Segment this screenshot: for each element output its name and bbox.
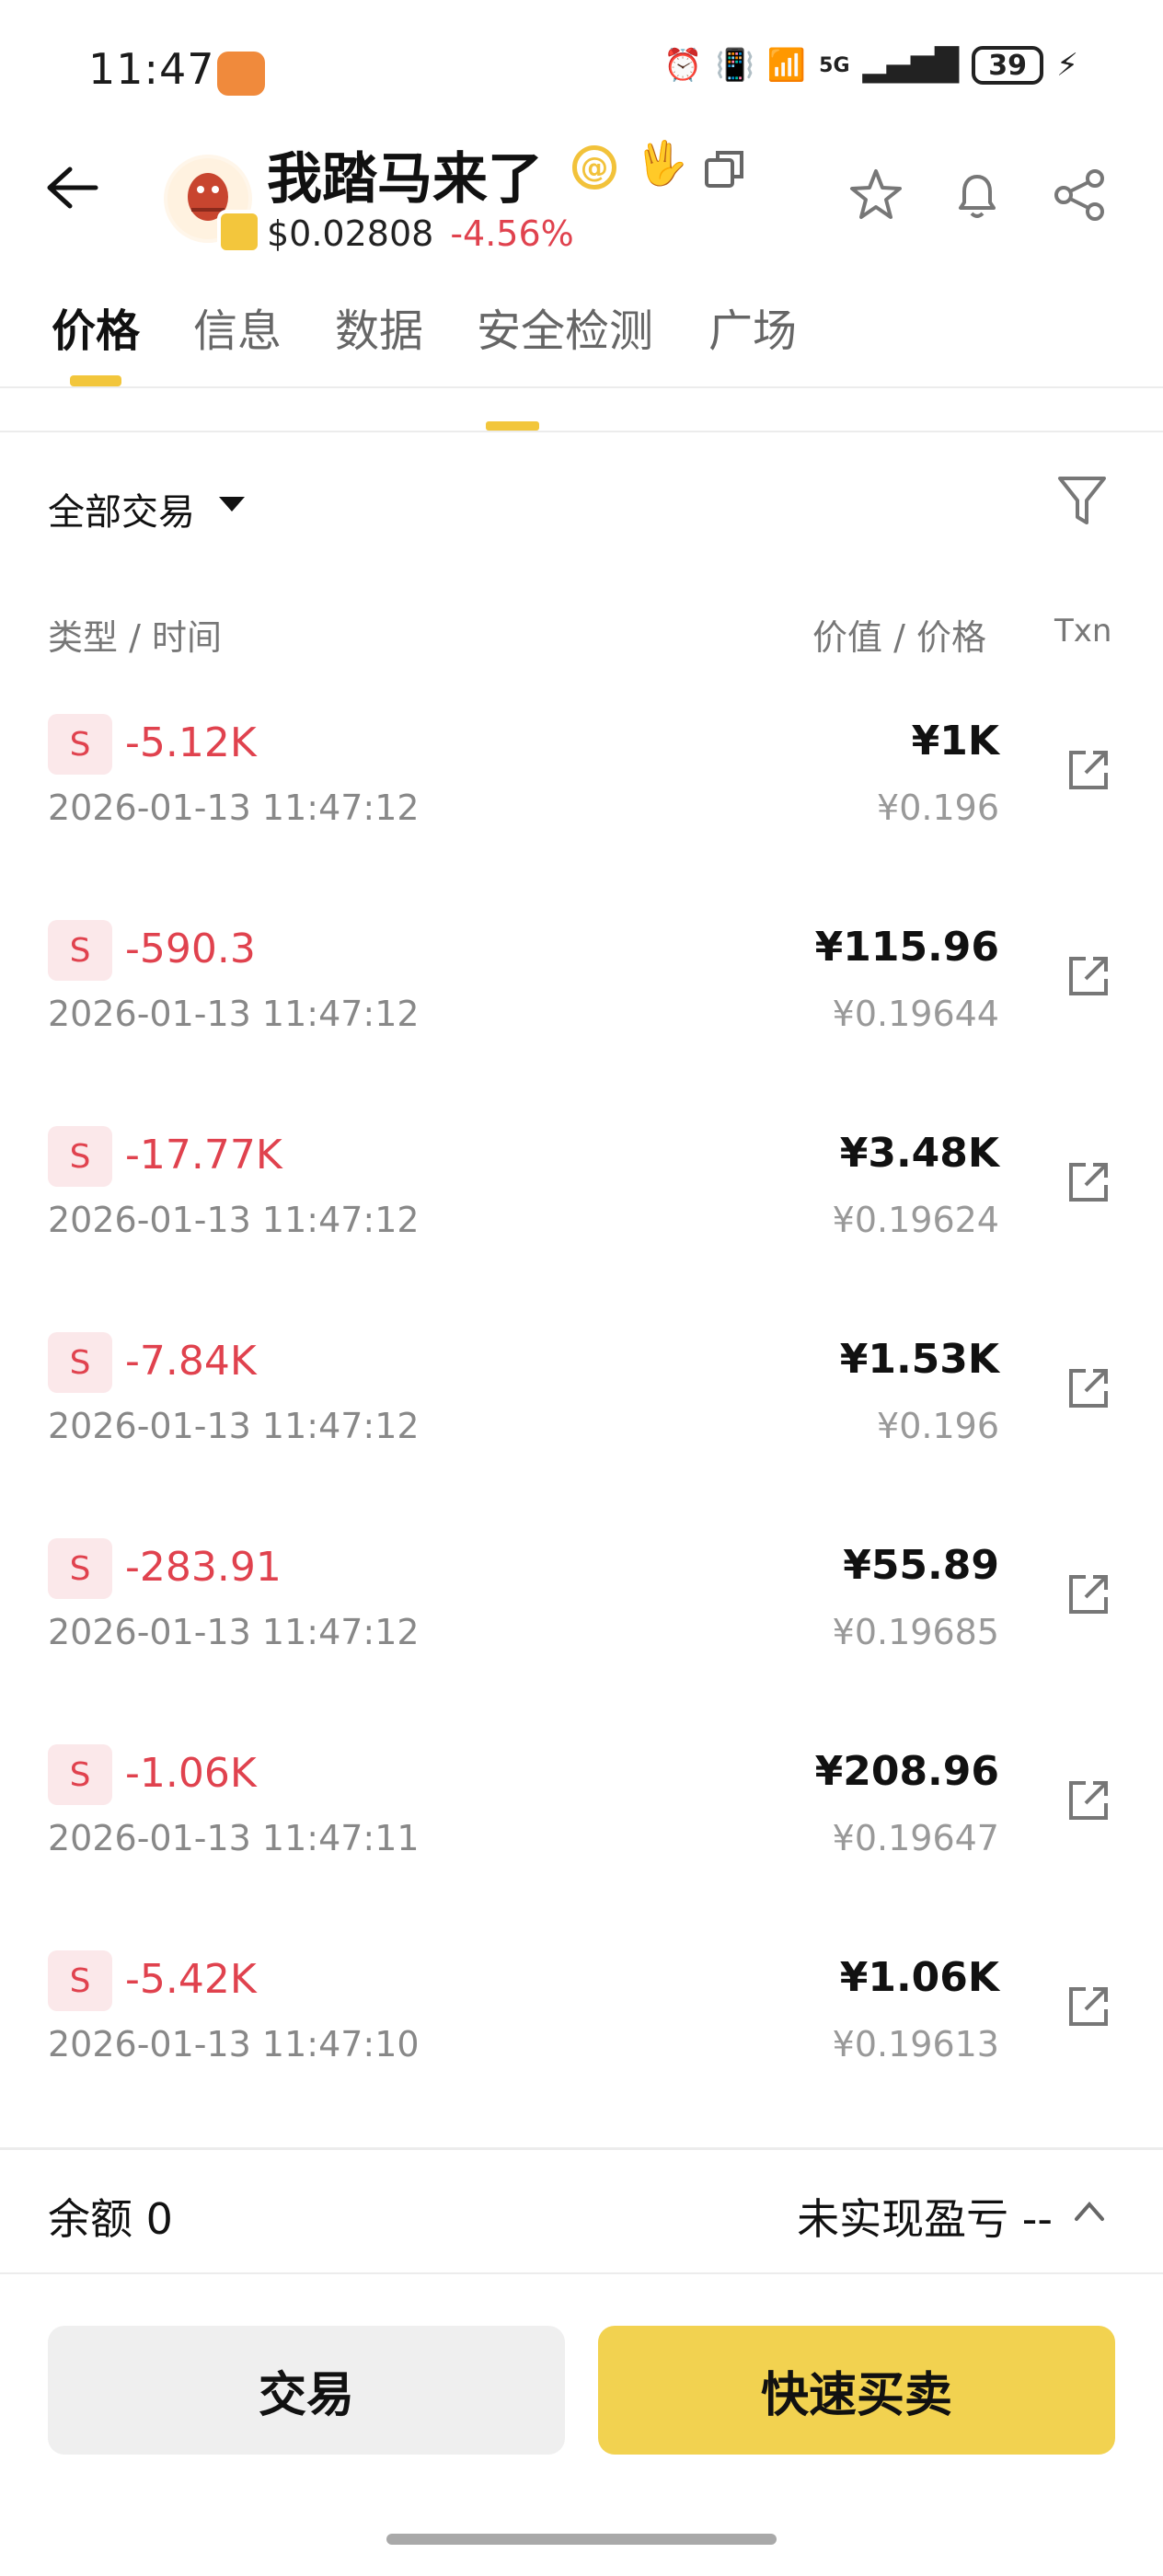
share-icon[interactable] [1051, 166, 1110, 224]
sell-badge: S [48, 1126, 112, 1187]
tx-value: ¥1.06K [839, 1954, 999, 2001]
header-divider [0, 386, 1163, 388]
external-link-icon[interactable] [1065, 1159, 1111, 1205]
tab-data[interactable]: 数据 [335, 294, 423, 359]
tx-price: ¥0.196 [877, 1406, 999, 1446]
sell-badge: S [48, 920, 112, 981]
tx-amount: -1.06K [125, 1750, 257, 1797]
tx-price: ¥0.19624 [832, 1200, 999, 1240]
subtab-indicator [486, 421, 539, 431]
col-value-price: 价值 / 价格 [812, 617, 986, 658]
caret-down-icon[interactable] [219, 497, 245, 512]
tx-price: ¥0.19685 [832, 1612, 999, 1652]
external-link-icon[interactable] [1065, 1777, 1111, 1823]
app-notification-icon [217, 52, 265, 96]
price-change: -4.56% [450, 213, 574, 254]
sell-badge: S [48, 1744, 112, 1805]
alarm-icon: ⏰ [663, 47, 703, 84]
tab-price[interactable]: 价格 [52, 294, 140, 359]
copy-icon[interactable] [703, 147, 747, 191]
external-link-icon[interactable] [1065, 1365, 1111, 1411]
tab-square[interactable]: 广场 [708, 294, 797, 359]
token-name: 我踏马来了 [267, 147, 543, 212]
battery-icon: 39 [972, 46, 1044, 85]
transaction-row[interactable]: S -17.77K 2026-01-13 11:47:12 ¥3.48K ¥0.… [0, 1126, 1163, 1332]
chain-badge-icon [217, 210, 261, 254]
external-link-icon[interactable] [1065, 1571, 1111, 1617]
tx-price: ¥0.19613 [832, 2024, 999, 2064]
tx-value: ¥1K [911, 718, 999, 765]
tab-info[interactable]: 信息 [193, 294, 282, 359]
tab-security[interactable]: 安全检测 [477, 294, 653, 359]
tx-time: 2026-01-13 11:47:11 [48, 1818, 420, 1858]
star-icon[interactable] [846, 166, 905, 224]
charging-icon: ⚡ [1056, 47, 1078, 84]
sell-badge: S [48, 1950, 112, 2011]
tx-time: 2026-01-13 11:47:12 [48, 994, 420, 1034]
signal-icon: ▂▄▆█ [862, 47, 960, 84]
tx-amount: -7.84K [125, 1338, 257, 1385]
at-icon: @ [572, 145, 616, 190]
tx-amount: -5.12K [125, 719, 257, 766]
transaction-row[interactable]: S -5.12K 2026-01-13 11:47:12 ¥1K ¥0.196 [0, 714, 1163, 920]
tx-time: 2026-01-13 11:47:10 [48, 2024, 420, 2064]
transaction-row[interactable]: S -5.42K 2026-01-13 11:47:10 ¥1.06K ¥0.1… [0, 1950, 1163, 2156]
chevron-up-icon[interactable] [1071, 2197, 1108, 2225]
tx-time: 2026-01-13 11:47:12 [48, 1406, 420, 1446]
transaction-row[interactable]: S -283.91 2026-01-13 11:47:12 ¥55.89 ¥0.… [0, 1538, 1163, 1744]
tx-amount: -5.42K [125, 1956, 257, 2003]
tx-time: 2026-01-13 11:47:12 [48, 1200, 420, 1240]
status-icons: ⏰ 📳 📶 5G ▂▄▆█ 39 ⚡ [663, 46, 1078, 85]
home-indicator[interactable] [386, 2534, 777, 2545]
external-link-icon[interactable] [1065, 1984, 1111, 2030]
col-txn: Txn [1054, 613, 1112, 650]
unrealized-pnl: 未实现盈亏 -- [797, 2194, 1053, 2244]
tx-value: ¥55.89 [843, 1542, 999, 1589]
tx-price: ¥0.19647 [832, 1818, 999, 1858]
back-arrow-icon[interactable] [44, 162, 99, 213]
tx-price: ¥0.196 [877, 788, 999, 828]
vibrate-icon: 📳 [715, 47, 754, 84]
trade-button[interactable]: 交易 [48, 2326, 565, 2455]
external-link-icon[interactable] [1065, 953, 1111, 999]
tx-amount: -590.3 [125, 926, 256, 972]
token-price: $0.02808 [267, 213, 434, 254]
network-label: 5G [819, 53, 850, 77]
transaction-row[interactable]: S -1.06K 2026-01-13 11:47:11 ¥208.96 ¥0.… [0, 1744, 1163, 1950]
bell-icon[interactable] [948, 166, 1007, 224]
tx-amount: -283.91 [125, 1544, 282, 1591]
transaction-row[interactable]: S -7.84K 2026-01-13 11:47:12 ¥1.53K ¥0.1… [0, 1332, 1163, 1538]
filter-dropdown[interactable]: 全部交易 [48, 482, 195, 535]
tx-value: ¥3.48K [839, 1130, 999, 1177]
tx-price: ¥0.19644 [832, 994, 999, 1034]
actions-divider [0, 2272, 1163, 2274]
sell-badge: S [48, 1332, 112, 1393]
status-time: 11:47 [88, 44, 215, 94]
balance-label: 余额 0 [48, 2194, 173, 2244]
tx-time: 2026-01-13 11:47:12 [48, 788, 420, 828]
active-tab-indicator [70, 375, 121, 386]
tx-value: ¥115.96 [814, 924, 999, 971]
transaction-row[interactable]: S -590.3 2026-01-13 11:47:12 ¥115.96 ¥0.… [0, 920, 1163, 1126]
footer-divider [0, 2147, 1163, 2150]
quick-trade-button[interactable]: 快速买卖 [598, 2326, 1115, 2455]
col-type-time: 类型 / 时间 [48, 617, 222, 658]
tx-time: 2026-01-13 11:47:12 [48, 1612, 420, 1652]
tx-amount: -17.77K [125, 1132, 282, 1179]
sell-badge: S [48, 1538, 112, 1599]
hand-icon: 🖖 [635, 138, 688, 188]
price-line: $0.02808 -4.56% [267, 213, 574, 254]
sell-badge: S [48, 714, 112, 775]
wifi-icon: 📶 [766, 47, 807, 84]
tx-value: ¥208.96 [814, 1748, 999, 1795]
tx-value: ¥1.53K [839, 1336, 999, 1383]
external-link-icon[interactable] [1065, 747, 1111, 793]
filter-icon[interactable] [1056, 473, 1108, 528]
section-divider [0, 431, 1163, 432]
